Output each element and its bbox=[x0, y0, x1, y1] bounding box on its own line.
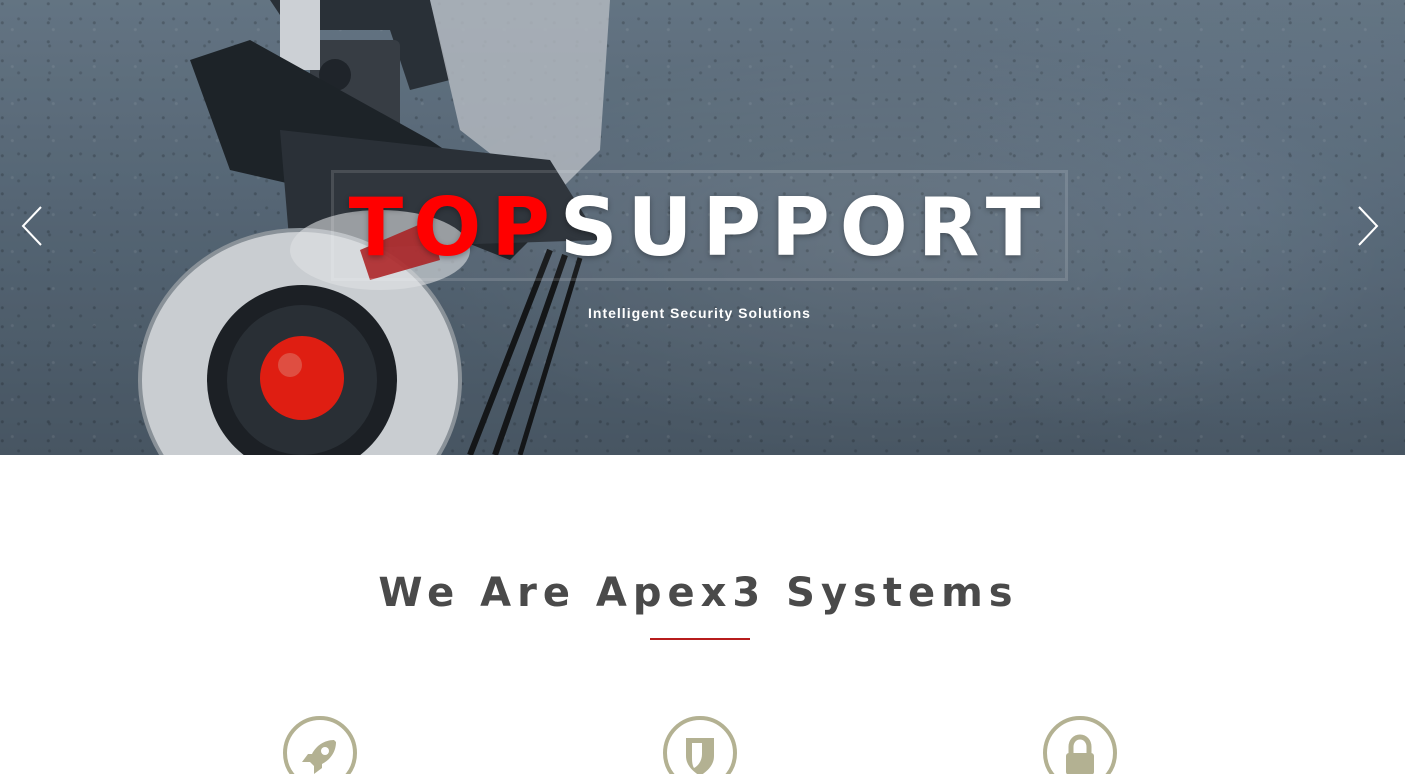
hero-title-red: TOP bbox=[348, 181, 560, 274]
hero-title-white: SUPPORT bbox=[559, 181, 1051, 274]
shield-icon bbox=[686, 738, 714, 774]
chevron-left-icon bbox=[21, 206, 42, 246]
hero-subtitle: Intelligent Security Solutions bbox=[588, 305, 811, 321]
feature-lock bbox=[1043, 716, 1117, 774]
rocket-icon bbox=[302, 740, 336, 774]
hero-title: TOPSUPPORT bbox=[331, 178, 1068, 278]
slider-prev-button[interactable] bbox=[17, 205, 47, 247]
lock-icon bbox=[1066, 734, 1094, 774]
feature-rocket bbox=[283, 716, 357, 774]
feature-shield bbox=[663, 716, 737, 774]
section-title: We Are Apex3 Systems bbox=[378, 570, 1019, 616]
chevron-right-icon bbox=[1358, 206, 1379, 246]
slider-next-button[interactable] bbox=[1353, 205, 1383, 247]
hero-slider: TOPSUPPORT Intelligent Security Solution… bbox=[0, 0, 1405, 455]
title-underline bbox=[650, 638, 750, 640]
